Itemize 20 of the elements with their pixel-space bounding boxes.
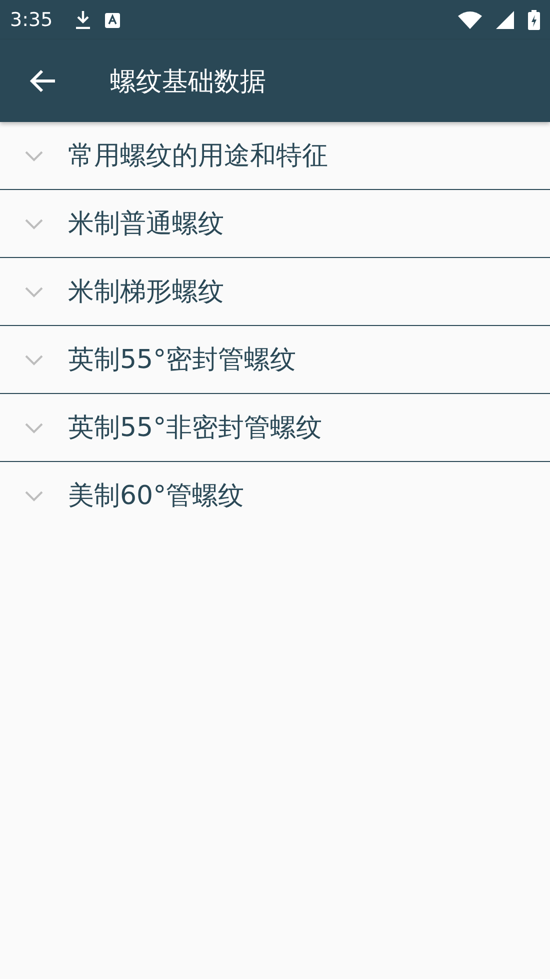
section-title: 英制55°非密封管螺纹 [68, 412, 322, 445]
back-arrow-icon [30, 69, 56, 93]
signal-icon [496, 11, 514, 29]
chevron-down-icon [24, 422, 44, 434]
section-title: 米制普通螺纹 [68, 208, 224, 241]
chevron-down-icon [24, 218, 44, 230]
section-title: 米制梯形螺纹 [68, 276, 224, 309]
notification-app-icon [104, 12, 120, 28]
section-title: 常用螺纹的用途和特征 [68, 140, 328, 173]
app-bar-title: 螺纹基础数据 [110, 66, 266, 98]
chevron-down-icon [24, 354, 44, 366]
section-title: 美制60°管螺纹 [68, 480, 244, 513]
chevron-down-icon [24, 286, 44, 298]
status-time: 3:35 [10, 9, 53, 31]
battery-icon [528, 10, 540, 30]
section-title: 英制55°密封管螺纹 [68, 344, 296, 377]
wifi-icon [458, 11, 482, 29]
chevron-down-icon [24, 490, 44, 502]
chevron-down-icon [24, 150, 44, 162]
download-icon [74, 11, 91, 29]
